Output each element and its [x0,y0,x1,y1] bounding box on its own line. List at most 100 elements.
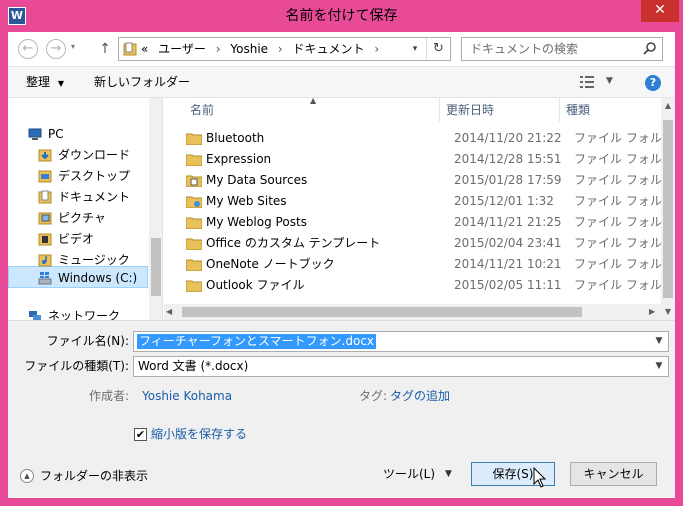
navigation-pane: PC ダウンロード デスクトップ ドキュメント ピクチャ ビデオ ミュージック … [8,98,163,320]
breadcrumb-separator[interactable]: › [278,42,283,56]
chevron-down-icon[interactable]: ▼ [652,332,666,351]
address-dropdown-icon[interactable]: ▾ [406,38,424,60]
help-button[interactable]: ? [645,75,661,91]
sort-ascending-icon: ▲ [310,98,317,105]
mouse-cursor-icon [533,467,547,488]
scrollbar-thumb[interactable] [182,307,582,317]
new-folder-button[interactable]: 新しいフォルダー [94,67,190,98]
dialog-title: 名前を付けて保存 [285,8,398,24]
navpane-scrollbar[interactable] [149,98,162,320]
up-button[interactable]: ↑ [97,39,113,59]
filename-input[interactable]: フィーチャーフォンとスマートフォン.docx ▼ [133,331,669,352]
hide-folders-button[interactable]: フォルダーの非表示 [40,467,148,485]
scroll-left-icon[interactable]: ◀ [166,304,172,320]
column-type[interactable]: 種類 [560,98,661,122]
filetype-value: Word 文書 (*.docx) [138,359,249,373]
file-date: 2015/02/04 23:41 [454,236,562,250]
file-type: ファイル フォルダー [574,257,675,271]
recent-locations-chevron-icon[interactable]: ▾ [71,42,75,51]
file-row[interactable]: OneNote ノートブック 2014/11/21 10:21 ファイル フォル… [164,254,675,275]
cancel-button[interactable]: キャンセル [570,462,657,486]
videos-icon [38,233,52,246]
breadcrumb-separator[interactable]: › [374,42,379,56]
hide-folders-icon[interactable]: ▲ [20,469,34,483]
documents-icon [38,190,52,204]
scroll-up-icon[interactable]: ▲ [661,98,675,114]
file-date: 2014/11/21 10:21 [454,257,562,271]
downloads-icon [38,149,52,162]
search-placeholder: ドキュメントの検索 [470,42,579,56]
tools-button[interactable]: ツール(L) [383,464,435,484]
scroll-right-icon[interactable]: ▶ [649,304,655,320]
dialog-client: ← → ▾ ↑ « ユーザー › Yoshie › ドキュメント › ▾ ↻ ド… [8,32,675,498]
author-label: 作成者: [89,389,130,403]
save-as-dialog: W 名前を付けて保存 ✕ ← → ▾ ↑ « ユーザー › Yoshie › ド… [0,0,683,506]
file-date: 2014/11/21 21:25 [454,215,562,229]
scroll-down-icon[interactable]: ▼ [661,304,675,320]
forward-button[interactable]: → [46,39,66,59]
search-input[interactable]: ドキュメントの検索 [461,37,663,61]
breadcrumb-yoshie[interactable]: Yoshie [230,42,268,56]
scrollbar-thumb[interactable] [663,120,673,298]
tags-label: タグ: [359,389,388,403]
breadcrumb-users[interactable]: ユーザー [158,42,206,56]
breadcrumb-separator[interactable]: › [216,42,221,56]
scrollbar-thumb[interactable] [151,238,161,296]
title-bar[interactable]: W 名前を付けて保存 ✕ [0,0,683,32]
music-icon [38,254,52,267]
breadcrumb-overflow[interactable]: « [141,42,148,56]
chevron-down-icon: ▼ [606,76,613,86]
nav-item-label: デスクトップ [58,169,131,183]
network-icon [29,311,41,320]
desktop-icon [38,170,52,183]
file-row[interactable]: My Data Sources 2015/01/28 17:59 ファイル フォ… [164,170,675,191]
file-type: ファイル フォルダー [574,278,675,292]
pc-icon [28,128,42,140]
file-row[interactable]: Office のカスタム テンプレート 2015/02/04 23:41 ファイ… [164,233,675,254]
filename-value: フィーチャーフォンとスマートフォン.docx [137,334,377,349]
file-row[interactable]: My Web Sites 2015/12/01 1:32 ファイル フォルダー [164,191,675,212]
file-name: Bluetooth [206,131,265,145]
file-row[interactable]: Outlook ファイル 2015/02/05 11:11 ファイル フォルダー [164,275,675,296]
command-bar: 整理 ▼ 新しいフォルダー ▼ ? [8,66,675,98]
file-row[interactable]: Bluetooth 2014/11/20 21:22 ファイル フォルダー [164,128,675,149]
search-icon[interactable] [642,41,658,57]
view-options-button[interactable]: ▼ [580,76,614,90]
folder-icon [186,217,202,229]
chevron-down-icon[interactable]: ▼ [652,357,666,376]
file-list: 名前 ▲ 更新日時 種類 Bluetooth 2014/11/20 21:22 … [164,98,675,320]
file-name: My Web Sites [206,194,287,208]
filetype-select[interactable]: Word 文書 (*.docx) ▼ [133,356,669,377]
file-name: Office のカスタム テンプレート [206,236,381,250]
column-date[interactable]: 更新日時 [440,98,560,122]
back-button[interactable]: ← [18,39,38,59]
folder-icon [186,133,202,145]
chevron-down-icon[interactable]: ▼ [445,464,452,484]
nav-item-label: ネットワーク [48,309,121,320]
filetype-label: ファイルの種類(T): [24,359,129,373]
thumbnail-label[interactable]: 縮小版を保存する [151,425,247,443]
nav-item-label: PC [48,127,64,141]
nav-item-label: ビデオ [58,232,95,246]
close-button[interactable]: ✕ [641,0,679,22]
tags-field[interactable]: タグの追加 [390,387,450,405]
file-row[interactable]: Expression 2014/12/28 15:51 ファイル フォルダー [164,149,675,170]
vertical-scrollbar[interactable]: ▲ ▼ [661,98,675,320]
author-field[interactable]: Yoshie Kohama [142,387,232,405]
thumbnail-checkbox[interactable]: ✔ [134,428,147,441]
pictures-icon [38,212,52,225]
horizontal-scrollbar[interactable]: ◀ ▶ [164,304,661,320]
file-name: My Weblog Posts [206,215,307,229]
breadcrumb-documents[interactable]: ドキュメント [293,42,365,56]
refresh-icon[interactable]: ↻ [426,38,450,60]
address-bar[interactable]: « ユーザー › Yoshie › ドキュメント › ▾ ↻ [118,37,451,61]
file-type: ファイル フォルダー [574,236,675,250]
file-name: OneNote ノートブック [206,257,335,271]
save-form: ファイル名(N): フィーチャーフォンとスマートフォン.docx ▼ ファイルの… [8,320,675,498]
organize-label: 整理 [26,75,51,89]
file-row[interactable]: My Weblog Posts 2014/11/21 21:25 ファイル フォ… [164,212,675,233]
file-name: Expression [206,152,272,166]
organize-menu[interactable]: 整理 ▼ [26,67,64,99]
file-type: ファイル フォルダー [574,173,675,187]
drive-icon [38,272,52,285]
